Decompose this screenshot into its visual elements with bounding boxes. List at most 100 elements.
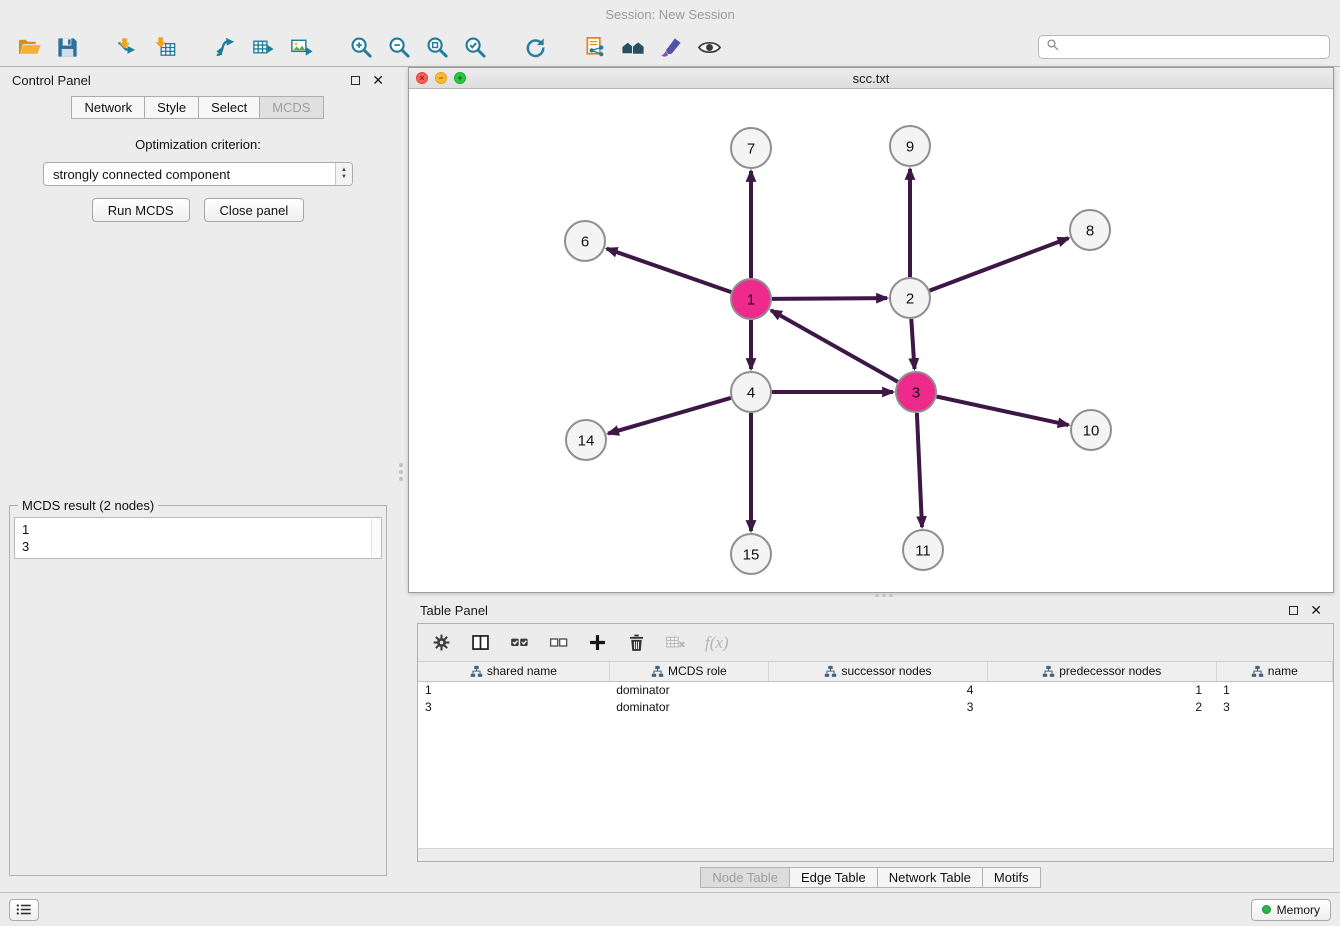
open-session-icon[interactable]	[10, 32, 48, 62]
tab-network-table[interactable]: Network Table	[877, 867, 983, 888]
style-icon[interactable]	[652, 32, 690, 62]
column-header-predecessor-nodes[interactable]: predecessor nodes	[987, 662, 1216, 681]
column-type-icon	[1251, 665, 1264, 678]
deselect-all-rows-icon[interactable]	[545, 630, 571, 656]
function-builder-icon[interactable]: f(x)	[701, 633, 733, 653]
select-all-rows-icon[interactable]	[506, 630, 532, 656]
table-settings-icon[interactable]	[428, 630, 454, 656]
graph-node-10[interactable]: 10	[1071, 410, 1111, 450]
graph-edge-3-11[interactable]	[917, 413, 922, 527]
table-row[interactable]: 1dominator411	[418, 681, 1333, 698]
toolbar-group	[516, 32, 554, 62]
zoom-window-icon[interactable]: +	[454, 72, 466, 84]
delete-table-icon[interactable]	[662, 630, 688, 656]
status-menu-button[interactable]	[9, 899, 39, 921]
close-window-icon[interactable]: ×	[416, 72, 428, 84]
float-panel-icon[interactable]	[1289, 606, 1298, 615]
memory-button[interactable]: Memory	[1251, 899, 1331, 921]
float-panel-icon[interactable]	[351, 76, 360, 85]
graph-node-7[interactable]: 7	[731, 128, 771, 168]
column-visibility-icon[interactable]	[467, 630, 493, 656]
status-bar: Memory	[0, 892, 1340, 926]
search-input[interactable]	[1064, 40, 1322, 55]
mcds-result-list[interactable]: 13	[14, 517, 382, 559]
export-image-icon[interactable]	[282, 32, 320, 62]
column-header-label: name	[1268, 664, 1298, 678]
graph-node-15[interactable]: 15	[731, 534, 771, 574]
graph-node-14[interactable]: 14	[566, 420, 606, 460]
tab-style[interactable]: Style	[144, 96, 199, 119]
table-row[interactable]: 3dominator323	[418, 698, 1333, 715]
table-panel: Table Panel ✕ f(x) shared name MCDS role s…	[408, 597, 1334, 892]
run-mcds-button[interactable]: Run MCDS	[92, 198, 190, 222]
refresh-icon[interactable]	[516, 32, 554, 62]
zoom-out-icon[interactable]	[380, 32, 418, 62]
export-table-icon[interactable]	[244, 32, 282, 62]
import-network-icon[interactable]	[108, 32, 146, 62]
toolbar-group	[342, 32, 494, 62]
graph-node-3[interactable]: 3	[896, 372, 936, 412]
main-area: Control Panel ✕ NetworkStyleSelectMCDS O…	[0, 67, 1340, 892]
graph-node-6[interactable]: 6	[565, 221, 605, 261]
show-graphics-icon[interactable]	[690, 32, 728, 62]
network-graph[interactable]: 7 9 6 8 1 2 4 3 14 10 15 11	[409, 89, 1333, 592]
graph-node-8[interactable]: 8	[1070, 210, 1110, 250]
graph-node-label: 15	[743, 546, 760, 563]
toolbar-group	[576, 32, 728, 62]
search-field[interactable]	[1038, 35, 1330, 59]
minimize-window-icon[interactable]: −	[435, 72, 447, 84]
graph-edge-3-1[interactable]	[771, 310, 898, 381]
graph-edge-2-8[interactable]	[930, 238, 1069, 291]
network-canvas[interactable]: 7 9 6 8 1 2 4 3 14 10 15 11	[409, 89, 1333, 592]
toolbar-icon-groups	[10, 32, 750, 62]
table-cell: dominator	[609, 681, 768, 698]
graph-node-2[interactable]: 2	[890, 278, 930, 318]
graph-edge-1-6[interactable]	[607, 249, 732, 293]
graph-node-9[interactable]: 9	[890, 126, 930, 166]
tab-motifs[interactable]: Motifs	[982, 867, 1041, 888]
search-icon	[1046, 38, 1060, 57]
graph-node-label: 2	[906, 290, 914, 307]
horizontal-splitter[interactable]	[408, 593, 1334, 597]
export-network-icon[interactable]	[206, 32, 244, 62]
column-header-shared-name[interactable]: shared name	[418, 662, 609, 681]
splitter-handle-icon[interactable]	[399, 463, 403, 481]
main-toolbar	[0, 28, 1340, 67]
graph-edge-3-10[interactable]	[937, 397, 1069, 426]
tab-network[interactable]: Network	[71, 96, 145, 119]
tab-node-table[interactable]: Node Table	[700, 867, 790, 888]
snapshot-icon[interactable]	[576, 32, 614, 62]
zoom-fit-icon[interactable]	[418, 32, 456, 62]
save-session-icon[interactable]	[48, 32, 86, 62]
close-panel-button[interactable]: Close panel	[204, 198, 305, 222]
column-header-label: MCDS role	[668, 664, 727, 678]
import-table-icon[interactable]	[146, 32, 184, 62]
close-panel-icon[interactable]: ✕	[372, 73, 384, 87]
graph-node-4[interactable]: 4	[731, 372, 771, 412]
graph-edge-2-3[interactable]	[911, 319, 914, 369]
table-panel-header: Table Panel ✕	[408, 597, 1334, 623]
optimization-select[interactable]: strongly connected component ▲▼	[43, 162, 353, 186]
column-header-name[interactable]: name	[1216, 662, 1332, 681]
tab-mcds[interactable]: MCDS	[259, 96, 323, 119]
panel-splitter[interactable]	[396, 67, 408, 892]
add-column-icon[interactable]	[584, 630, 610, 656]
table-cell: 3	[769, 698, 988, 715]
graph-node-11[interactable]: 11	[903, 530, 943, 570]
table-panel-title: Table Panel	[420, 603, 488, 618]
graph-node-1[interactable]: 1	[731, 279, 771, 319]
graph-edge-4-14[interactable]	[608, 398, 731, 434]
splitter-handle-icon[interactable]	[871, 593, 897, 597]
result-scrollbar[interactable]	[371, 519, 380, 557]
tab-select[interactable]: Select	[198, 96, 260, 119]
graph-edge-1-2[interactable]	[772, 298, 887, 299]
zoom-selected-icon[interactable]	[456, 32, 494, 62]
table-scrollbar-track[interactable]	[418, 848, 1333, 861]
column-header-successor-nodes[interactable]: successor nodes	[769, 662, 988, 681]
close-panel-icon[interactable]: ✕	[1310, 603, 1322, 617]
zoom-in-icon[interactable]	[342, 32, 380, 62]
column-header-MCDS-role[interactable]: MCDS role	[609, 662, 768, 681]
home-icon[interactable]	[614, 32, 652, 62]
delete-column-icon[interactable]	[623, 630, 649, 656]
tab-edge-table[interactable]: Edge Table	[789, 867, 878, 888]
